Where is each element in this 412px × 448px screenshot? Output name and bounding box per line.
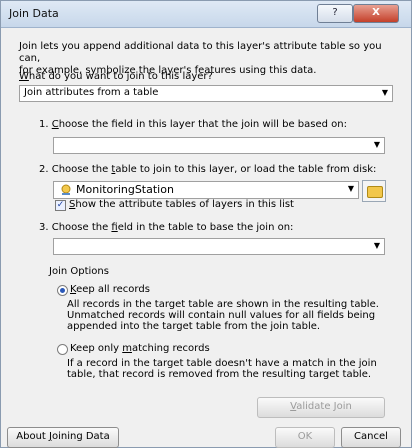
layer-icon [61,184,71,195]
keep-matching-label: Keep only matching records [70,343,210,354]
close-button[interactable]: X [353,4,399,23]
step2-label: 2. Choose the table to join to this laye… [39,164,377,175]
help-icon: ? [332,7,338,18]
intro-line-1: Join lets you append additional data to … [19,41,382,64]
title-bar: Join Data ? X [1,1,411,28]
step1-label: 1. Choose the field in this layer that t… [39,119,347,130]
dialog-title: Join Data [9,7,59,20]
close-icon: X [372,7,380,18]
join-options-label: Join Options [49,266,109,277]
folder-icon [367,186,383,198]
show-tables-label: Show the attribute tables of layers in t… [69,199,294,210]
question-text: hat do you want to join to this layer? [28,71,213,82]
join-type-dropdown[interactable]: Join attributes from a table ▼ [19,85,393,102]
step3-label: 3. Choose the field in the table to base… [39,222,294,233]
join-table-value: MonitoringStation [76,183,174,196]
join-question-label: What do you want to join to this layer? [19,71,213,82]
join-table-dropdown[interactable]: MonitoringStation ▼ [53,181,359,199]
join-data-dialog: Join Data ? X Join lets you append addit… [0,0,412,448]
chevron-down-icon: ▼ [373,140,380,149]
keep-matching-radio[interactable] [57,344,68,355]
ok-button[interactable]: OK [275,427,335,448]
help-button[interactable]: ? [317,4,353,23]
join-type-value: Join attributes from a table [24,87,159,98]
keep-all-description: All records in the target table are show… [67,299,379,332]
show-tables-checkbox[interactable]: ✓ [55,200,66,211]
chevron-down-icon: ▼ [381,88,388,97]
keep-all-label: Keep all records [70,284,150,295]
validate-join-button[interactable]: Validate Join [257,397,385,418]
about-joining-data-button[interactable]: About Joining Data [7,427,119,448]
browse-table-button[interactable] [362,180,386,202]
cancel-button[interactable]: Cancel [341,427,401,448]
question-mnemonic: W [19,71,29,82]
keep-matching-description: If a record in the target table doesn't … [67,358,377,380]
join-field-dropdown[interactable]: ▼ [53,137,385,154]
keep-all-radio[interactable] [57,285,68,296]
join-table-field-dropdown[interactable]: ▼ [53,238,385,255]
chevron-down-icon: ▼ [373,241,380,250]
chevron-down-icon: ▼ [347,184,354,193]
